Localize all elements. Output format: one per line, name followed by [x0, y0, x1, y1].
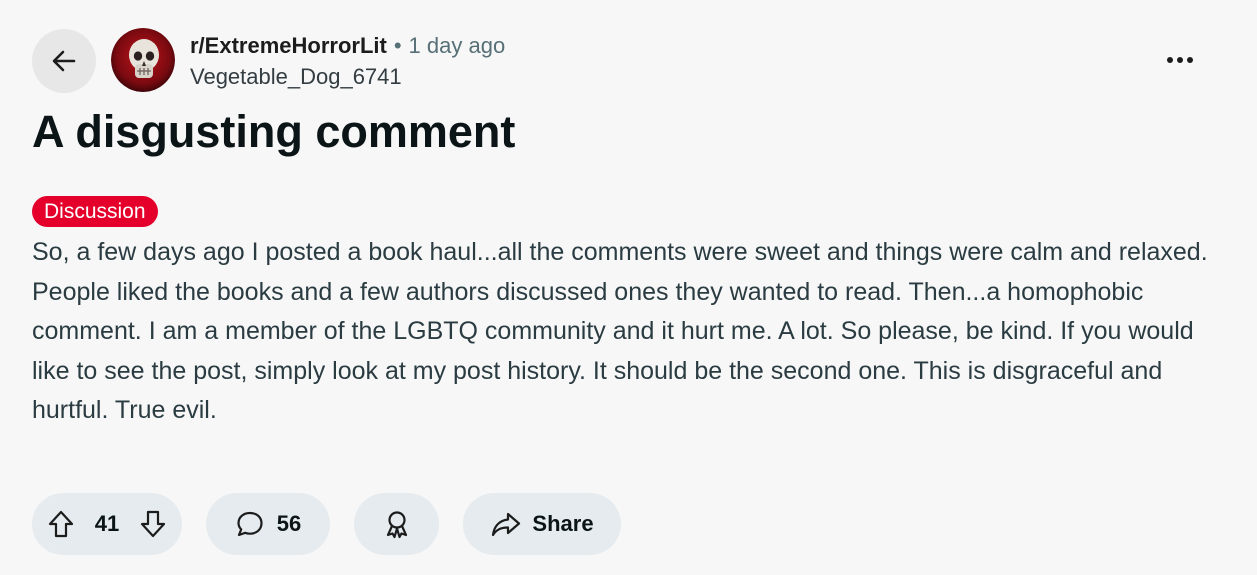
skull-avatar — [111, 28, 175, 92]
avatar[interactable] — [111, 28, 175, 92]
share-button[interactable]: Share — [463, 493, 621, 555]
award-ribbon-icon — [386, 511, 407, 539]
comment-count: 56 — [276, 511, 302, 536]
arrow-up-icon — [48, 510, 74, 538]
award-button[interactable] — [354, 493, 439, 555]
ellipsis-icon — [1167, 57, 1193, 63]
flair-badge[interactable]: Discussion — [32, 196, 158, 227]
post-meta: r/ExtremeHorrorLit • 1 day ago Vegetable… — [190, 32, 505, 91]
meta-line: r/ExtremeHorrorLit • 1 day ago — [190, 32, 505, 60]
arrow-left-icon — [52, 50, 76, 72]
post-time: 1 day ago — [408, 33, 506, 58]
post-body: So, a few days ago I posted a book haul.… — [32, 238, 1208, 425]
comments-button[interactable]: 56 — [206, 493, 330, 555]
share-arrow-icon — [492, 512, 521, 537]
back-button[interactable] — [32, 29, 96, 93]
speech-bubble-icon — [237, 511, 263, 537]
vote-count: 41 — [94, 511, 120, 536]
arrow-down-icon — [140, 510, 166, 538]
subreddit-link[interactable]: r/ExtremeHorrorLit — [190, 32, 387, 60]
post-title: A disgusting comment — [32, 106, 516, 157]
post-page: r/ExtremeHorrorLit • 1 day ago Vegetable… — [0, 0, 1257, 575]
action-bar: 41 56 Share — [32, 492, 621, 556]
meta-separator: • — [393, 33, 402, 58]
overflow-menu-button[interactable] — [1156, 40, 1204, 80]
vote-pill: 41 — [32, 493, 182, 555]
share-label: Share — [532, 511, 594, 536]
author-link[interactable]: Vegetable_Dog_6741 — [190, 63, 505, 91]
upvote-button[interactable] — [46, 509, 76, 539]
downvote-button[interactable] — [138, 509, 168, 539]
